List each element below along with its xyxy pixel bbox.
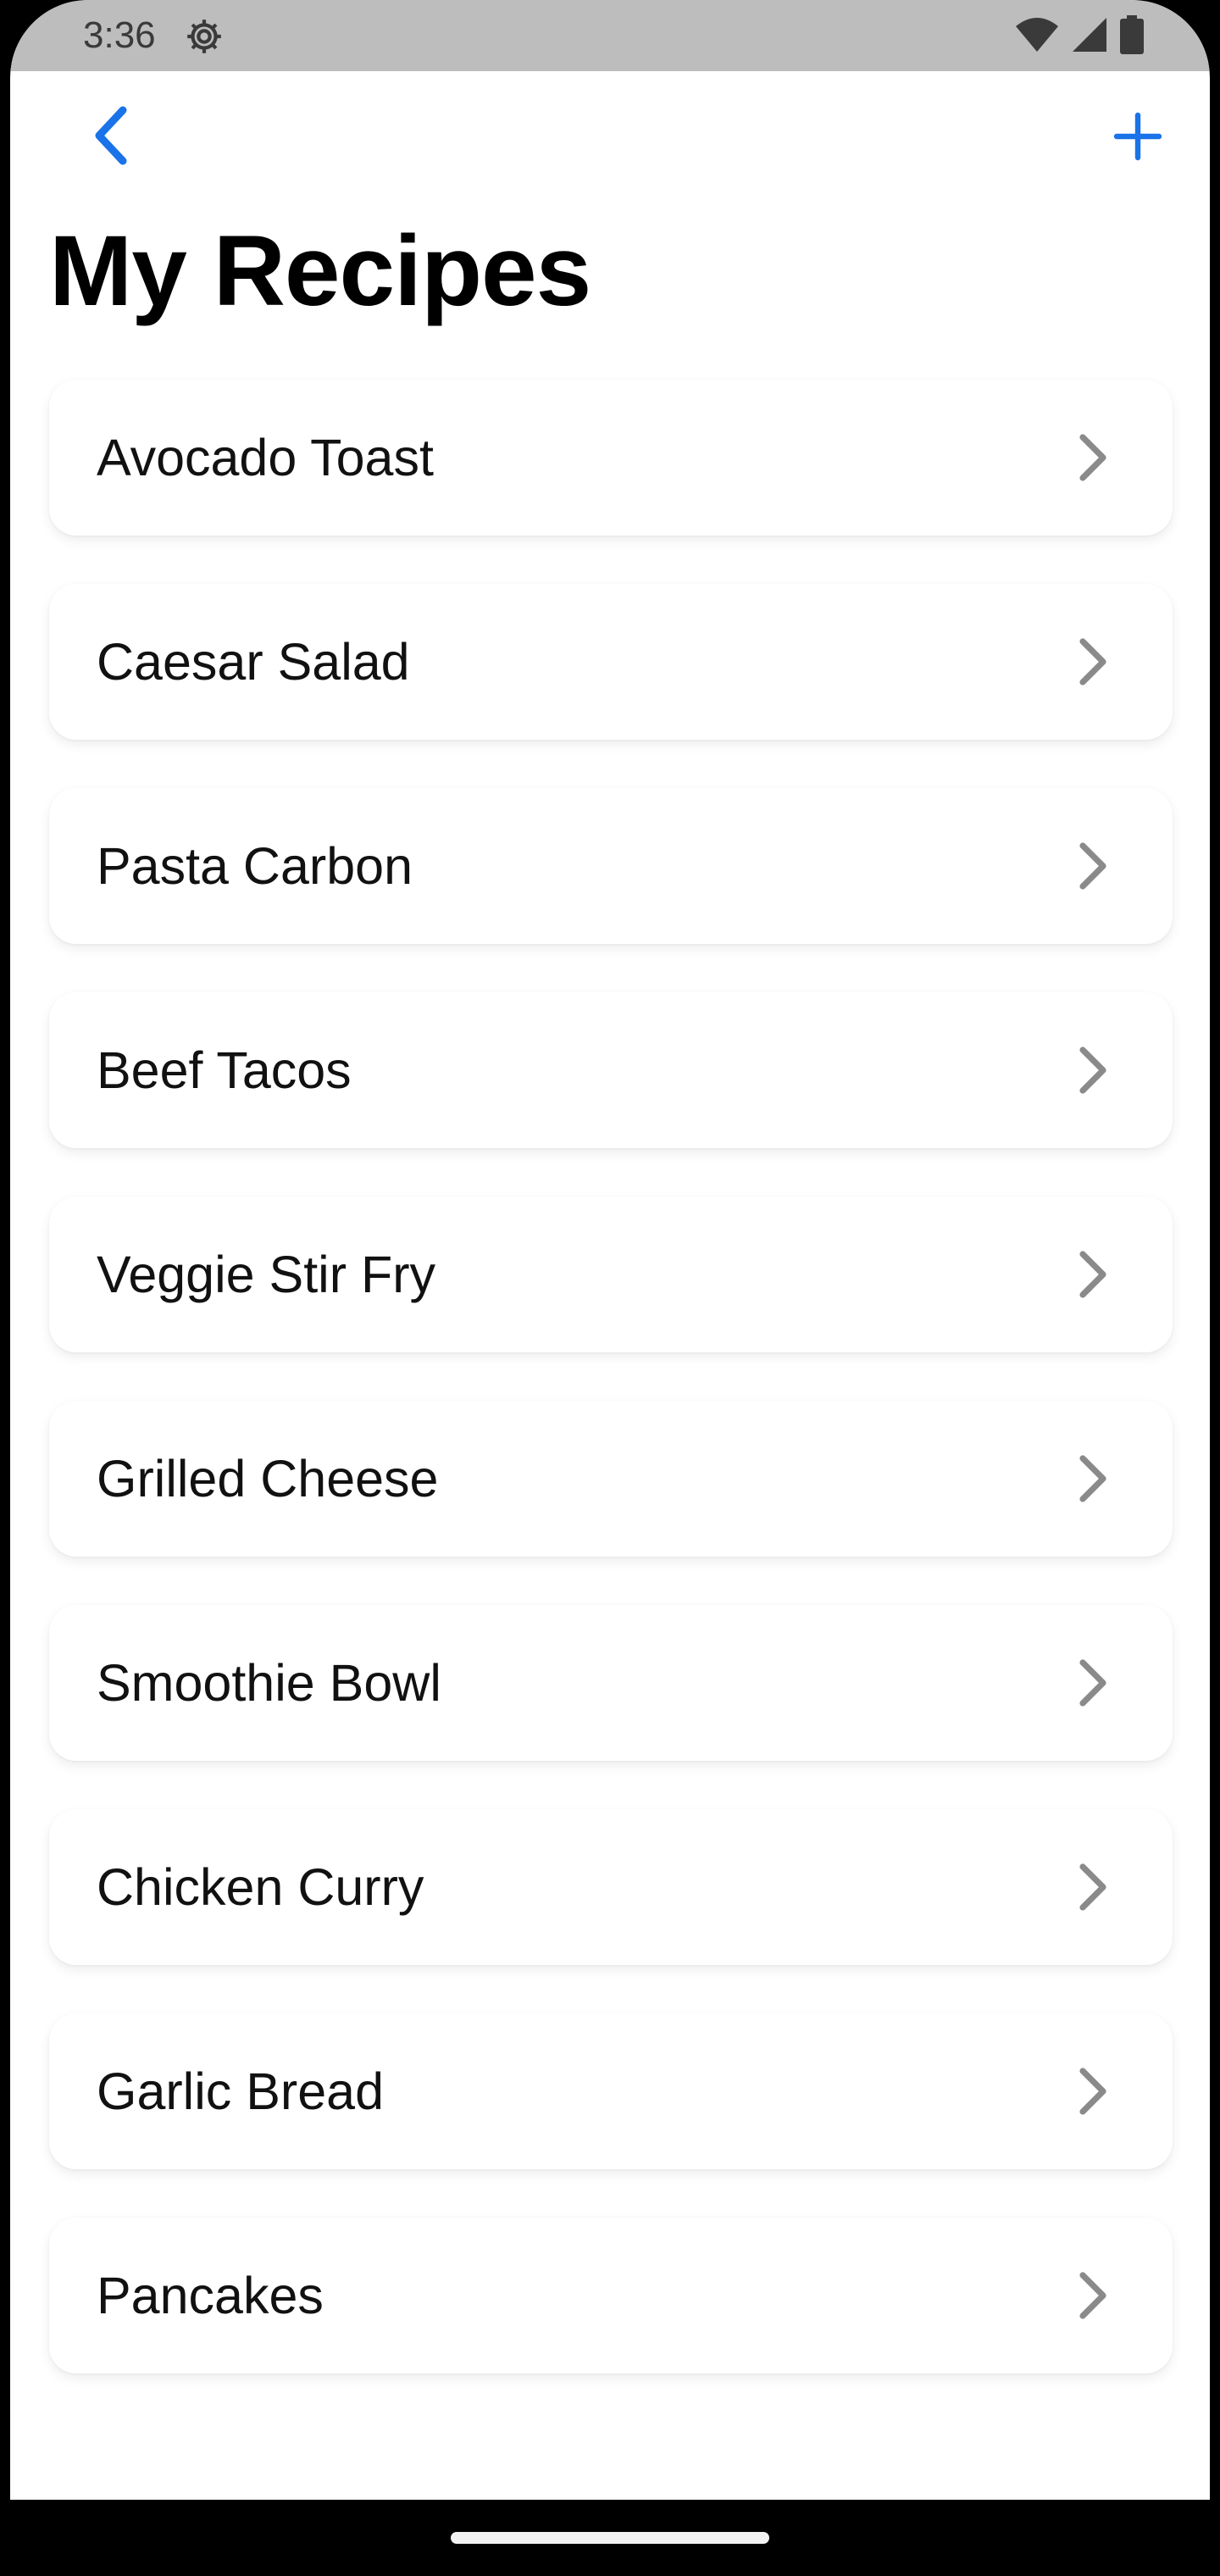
recipe-item-chicken-curry[interactable]: Chicken Curry [49, 1809, 1173, 1965]
plus-icon [1113, 112, 1162, 165]
settings-gear-icon [183, 15, 225, 58]
chevron-right-icon [1076, 636, 1110, 687]
phone-frame: 3:36 My Recipes Avocado Toast Caesar Sal… [0, 0, 1220, 2576]
chevron-right-icon [1076, 2066, 1110, 2117]
recipe-item-caesar-salad[interactable]: Caesar Salad [49, 584, 1173, 740]
recipe-name: Veggie Stir Fry [97, 1246, 436, 1303]
recipe-list: Avocado Toast Caesar Salad Pasta Carbon … [49, 380, 1173, 2422]
page-title: My Recipes [49, 215, 591, 327]
cellular-signal-icon [1071, 16, 1108, 58]
recipe-item-pasta-carbon[interactable]: Pasta Carbon [49, 788, 1173, 944]
recipe-item-garlic-bread[interactable]: Garlic Bread [49, 2013, 1173, 2169]
chevron-right-icon [1076, 1453, 1110, 1504]
status-icons [1015, 14, 1144, 58]
recipe-name: Caesar Salad [97, 633, 410, 691]
wifi-icon [1015, 16, 1059, 58]
battery-icon [1120, 14, 1144, 58]
system-navigation-bar [0, 2500, 1220, 2576]
recipe-name: Pasta Carbon [97, 837, 413, 895]
chevron-right-icon [1076, 432, 1110, 483]
back-button[interactable] [81, 103, 141, 171]
recipe-item-beef-tacos[interactable]: Beef Tacos [49, 992, 1173, 1148]
chevron-left-icon [92, 105, 130, 170]
recipe-name: Chicken Curry [97, 1858, 424, 1916]
chevron-right-icon [1076, 2270, 1110, 2321]
recipe-item-pancakes[interactable]: Pancakes [49, 2218, 1173, 2373]
recipe-item-smoothie-bowl[interactable]: Smoothie Bowl [49, 1605, 1173, 1761]
home-indicator[interactable] [451, 2532, 769, 2544]
recipe-name: Beef Tacos [97, 1041, 352, 1099]
recipe-item-avocado-toast[interactable]: Avocado Toast [49, 380, 1173, 536]
app-screen: 3:36 My Recipes Avocado Toast Caesar Sal… [10, 0, 1210, 2576]
chevron-right-icon [1076, 1249, 1110, 1300]
status-time: 3:36 [83, 14, 156, 56]
status-bar: 3:36 [10, 0, 1210, 71]
recipe-name: Smoothie Bowl [97, 1654, 441, 1712]
recipe-name: Grilled Cheese [97, 1450, 439, 1507]
recipe-item-grilled-cheese[interactable]: Grilled Cheese [49, 1401, 1173, 1557]
recipe-name: Pancakes [97, 2267, 324, 2324]
chevron-right-icon [1076, 841, 1110, 891]
recipe-name: Avocado Toast [97, 429, 434, 486]
recipe-item-veggie-stir-fry[interactable]: Veggie Stir Fry [49, 1196, 1173, 1352]
chevron-right-icon [1076, 1657, 1110, 1708]
chevron-right-icon [1076, 1045, 1110, 1096]
chevron-right-icon [1076, 1862, 1110, 1913]
add-recipe-button[interactable] [1100, 100, 1176, 176]
recipe-name: Garlic Bread [97, 2062, 385, 2120]
